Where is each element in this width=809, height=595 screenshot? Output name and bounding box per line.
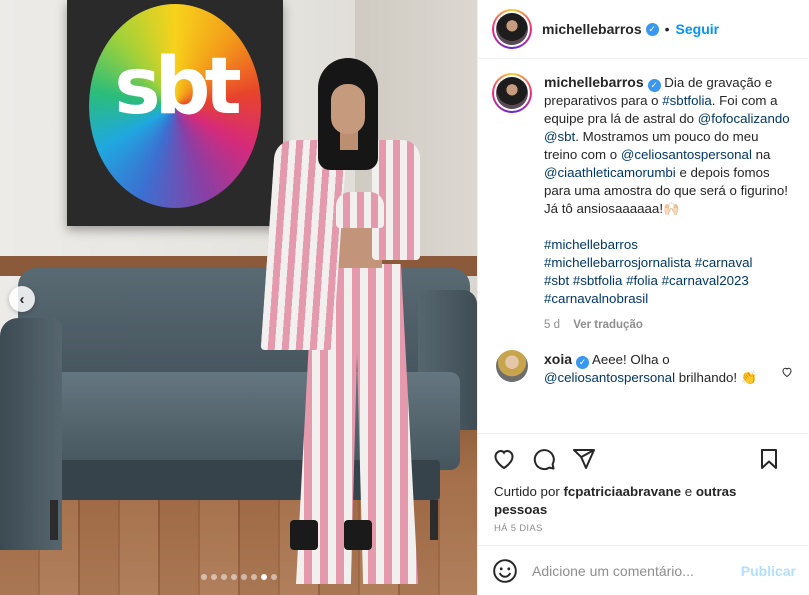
caption-mention-link[interactable]: @celiosantospersonal [621, 147, 752, 162]
comment-body: xoia ✓ Aeee! Olha o @celiosantospersonal … [544, 350, 774, 387]
see-translation-button[interactable]: Ver tradução [573, 319, 643, 331]
caption-hashtags: #michellebarros #michellebarrosjornalist… [544, 236, 795, 308]
commenter-username[interactable]: xoia [544, 351, 572, 367]
likes-prefix: Curtido por [494, 484, 564, 499]
comment-input[interactable] [532, 562, 732, 579]
sbt-logo-frame: sbt [67, 0, 283, 226]
person-top [336, 192, 384, 228]
verified-badge-icon: ✓ [576, 356, 590, 369]
carousel-dot-active [260, 574, 267, 580]
person-face [331, 84, 365, 134]
post-date: HÁ 5 DIAS [494, 523, 543, 534]
share-icon[interactable] [572, 447, 596, 471]
post-actions [478, 433, 809, 483]
caption-avatar[interactable] [492, 73, 532, 113]
person-shirt-left [260, 140, 348, 350]
caption-age: 5 d [544, 319, 560, 331]
caption-username[interactable]: michellebarros [544, 74, 644, 90]
sbt-logo-text: sbt [114, 42, 242, 132]
post-side-panel: michellebarros ✓ • Seguir michellebarros… [477, 0, 809, 595]
carousel-dot [230, 574, 237, 580]
carousel-prev-button[interactable]: ‹ [9, 286, 35, 312]
comments-section[interactable]: michellebarros ✓ Dia de gravação e prepar… [478, 59, 809, 433]
hashtag-link[interactable]: #michellebarros [544, 237, 638, 252]
caption-mention-link[interactable]: @fofocalizando [698, 111, 790, 126]
follow-button[interactable]: Seguir [676, 21, 720, 37]
caption-mention-link[interactable]: @ciaathleticamorumbi [544, 165, 676, 180]
caption-text: na [751, 147, 771, 162]
comment-text: Aeee! Olha o [589, 352, 670, 367]
heart-icon[interactable] [492, 447, 516, 471]
post-header: michellebarros ✓ • Seguir [478, 0, 809, 59]
caption-body: michellebarros ✓ Dia de gravação e prepar… [544, 73, 795, 334]
caption: michellebarros ✓ Dia de gravação e prepar… [492, 73, 795, 334]
carousel-dot [210, 574, 217, 580]
carousel-dot [220, 574, 227, 580]
hashtag-link[interactable]: #sbtfolia [573, 273, 623, 288]
caption-hashtag-link[interactable]: #sbtfolia [662, 93, 712, 108]
post-photo[interactable]: sbt ‹ [0, 0, 477, 595]
verified-badge-icon: ✓ [647, 79, 661, 92]
comment-icon[interactable] [532, 447, 556, 471]
instagram-post: sbt ‹ michellebarros ✓ • Seguir michelle… [0, 0, 809, 595]
liked-by-user-link[interactable]: fcpatriciaabravane [563, 484, 681, 499]
publish-button[interactable]: Publicar [741, 563, 796, 579]
likes-summary: Curtido por fcpatriciaabravane e outras … [478, 483, 809, 519]
hashtag-link[interactable]: #folia [626, 273, 658, 288]
caption-mention-link[interactable]: @sbt [544, 129, 575, 144]
likes-middle: e [681, 484, 696, 499]
person-shoe [344, 520, 372, 550]
carousel-dot [250, 574, 257, 580]
verified-badge-icon: ✓ [645, 22, 659, 36]
emoji-icon[interactable] [492, 558, 518, 584]
sofa-leg [430, 500, 438, 540]
caption-meta: 5 d Ver tradução [544, 316, 795, 334]
commenter-avatar[interactable] [496, 350, 528, 382]
comment-like-heart-icon[interactable] [781, 366, 793, 378]
hashtag-link[interactable]: #carnaval2023 [662, 273, 749, 288]
comment-text: brilhando! 👏 [675, 370, 758, 385]
comment-mention-link[interactable]: @celiosantospersonal [544, 370, 675, 385]
hashtag-link[interactable]: #michellebarrosjornalista [544, 255, 691, 270]
hashtag-link[interactable]: #carnaval [695, 255, 753, 270]
carousel-dot [240, 574, 247, 580]
carousel-dots [0, 574, 477, 580]
hashtag-link[interactable]: #sbt [544, 273, 569, 288]
sofa-leg [50, 500, 58, 540]
carousel-dot [270, 574, 277, 580]
add-comment-bar: Publicar [478, 545, 809, 595]
header-separator: • [664, 21, 670, 37]
carousel-dot [200, 574, 207, 580]
author-avatar[interactable] [492, 9, 532, 49]
person-shoe [290, 520, 318, 550]
hashtag-link[interactable]: #carnavalnobrasil [544, 291, 648, 306]
caption-line: Já tô ansiosaaaaaa!🙌🏻 [544, 201, 680, 216]
bookmark-icon[interactable] [757, 447, 781, 471]
author-username[interactable]: michellebarros [542, 21, 642, 37]
comment-item: xoia ✓ Aeee! Olha o @celiosantospersonal … [492, 350, 795, 387]
